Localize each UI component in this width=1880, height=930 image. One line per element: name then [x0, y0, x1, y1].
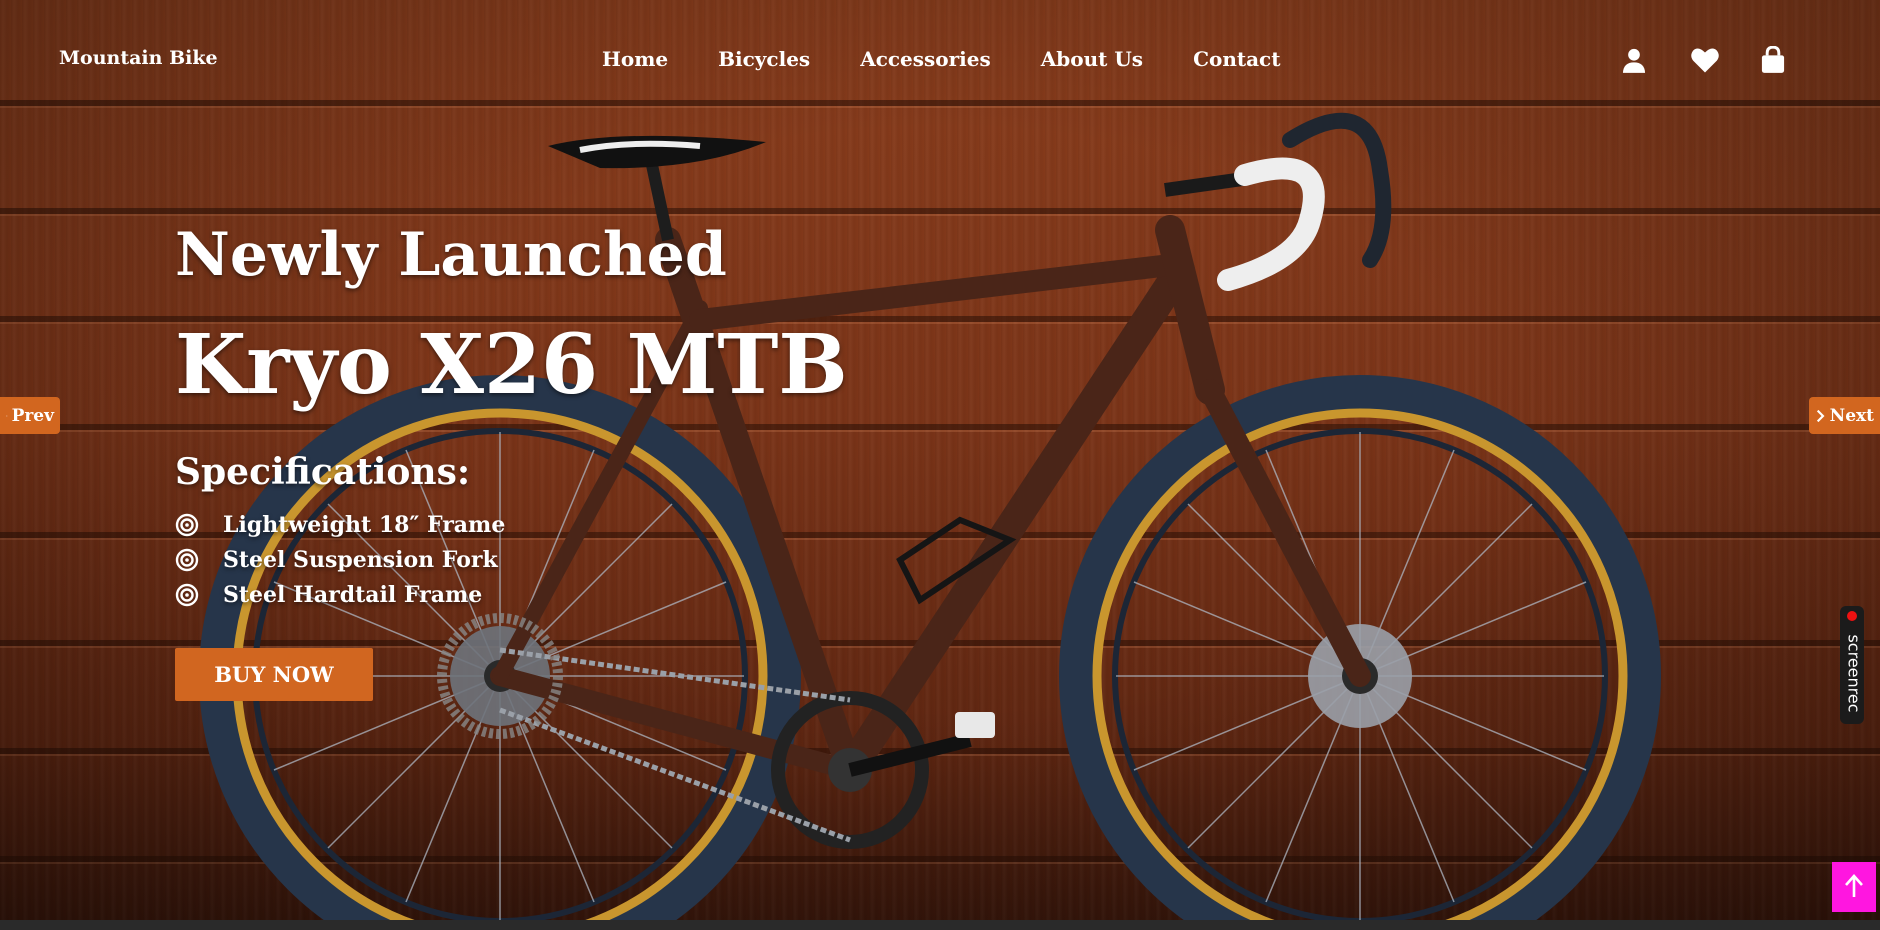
arrow-up-icon	[1845, 873, 1863, 897]
nav-link-bicycles[interactable]: Bicycles	[718, 47, 810, 71]
bottom-bar	[0, 920, 1880, 930]
nav-link-accessories[interactable]: Accessories	[860, 47, 991, 71]
nav-link-home[interactable]: Home	[602, 47, 668, 71]
user-icon[interactable]	[1620, 46, 1650, 74]
record-dot-icon	[1847, 611, 1857, 621]
list-item: Steel Suspension Fork	[175, 542, 848, 577]
chevron-right-icon	[1816, 409, 1825, 422]
screenrec-widget[interactable]: screenrec	[1840, 606, 1864, 724]
hero-content: Newly Launched Kryo X26 MTB Specificatio…	[175, 215, 848, 701]
prev-slide-button[interactable]: Prev	[0, 397, 60, 434]
hero-tagline: Newly Launched	[175, 220, 727, 290]
scroll-to-top-button[interactable]	[1832, 862, 1876, 912]
header-icons	[1620, 45, 1830, 74]
product-title: Kryo X26 MTB	[175, 317, 848, 413]
brand-logo[interactable]: Mountain Bike	[59, 47, 218, 69]
target-bullet-icon	[175, 548, 223, 572]
spec-text: Lightweight 18″ Frame	[223, 511, 506, 538]
list-item: Lightweight 18″ Frame	[175, 507, 848, 542]
specifications-heading: Specifications:	[175, 451, 471, 493]
next-label: Next	[1829, 405, 1874, 426]
target-bullet-icon	[175, 513, 223, 537]
buy-now-button[interactable]: BUY NOW	[175, 648, 373, 701]
top-navigation: Mountain Bike Home Bicycles Accessories …	[0, 0, 1880, 120]
chevron-left-icon	[6, 414, 8, 417]
target-bullet-icon	[175, 583, 223, 607]
nav-link-about-us[interactable]: About Us	[1041, 47, 1143, 71]
main-menu: Home Bicycles Accessories About Us Conta…	[602, 47, 1330, 71]
spec-text: Steel Hardtail Frame	[223, 581, 483, 608]
nav-link-contact[interactable]: Contact	[1193, 47, 1280, 71]
list-item: Steel Hardtail Frame	[175, 577, 848, 612]
next-slide-button[interactable]: Next	[1809, 397, 1880, 434]
specifications-list: Lightweight 18″ Frame Steel Suspension F…	[175, 507, 848, 612]
spec-text: Steel Suspension Fork	[223, 546, 498, 573]
heart-icon[interactable]	[1690, 46, 1720, 74]
screenrec-label: screenrec	[1844, 634, 1864, 713]
prev-label: Prev	[11, 405, 54, 426]
shopping-bag-icon[interactable]	[1760, 45, 1790, 74]
